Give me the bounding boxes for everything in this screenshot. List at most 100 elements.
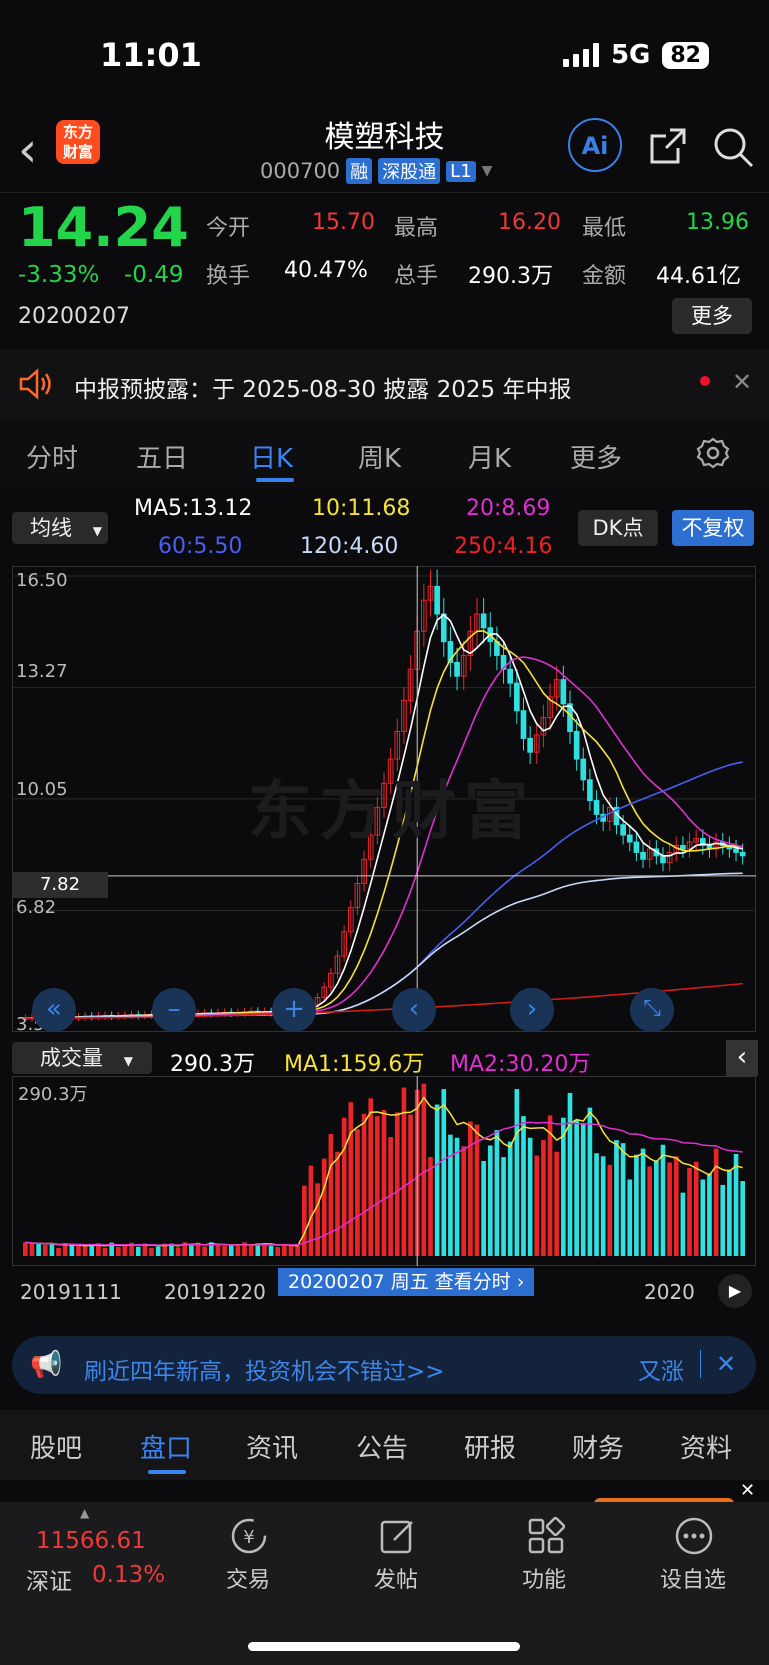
y-tick-3: 10.05 [16,779,68,800]
ma60-value: 60:5.50 [158,534,242,559]
dock-post-label[interactable]: 发帖 [374,1562,418,1594]
tab-more[interactable]: 更多 [570,438,622,475]
scroll-left-icon[interactable]: ‹ [392,988,436,1032]
candle-body [528,738,533,752]
dock-watchlist-label[interactable]: 设自选 [660,1562,726,1594]
dk-point-button[interactable]: DK点 [578,510,658,546]
turnover-value: 40.47% [284,258,368,283]
tab-intraday[interactable]: 分时 [26,438,78,475]
scroll-right-icon[interactable]: › [510,988,554,1032]
candle-body [627,835,632,842]
volume-bar [249,1246,254,1256]
volume-bar [435,1105,440,1256]
close-icon[interactable]: ✕ [740,1480,755,1501]
candle-body [508,669,513,683]
volume-bar [714,1149,719,1256]
tab-announcements[interactable]: 公告 [356,1428,408,1465]
candle-body [621,825,626,835]
date-label-2: 20191220 [164,1280,266,1304]
volume-bar [654,1160,659,1256]
volume-bar [382,1110,387,1256]
fullscreen-icon[interactable]: ⤡ [630,988,674,1032]
apps-icon[interactable] [526,1516,566,1556]
crosshair-date-tag[interactable]: 20200207 周五 查看分时 › [278,1268,534,1296]
volume-bar [707,1173,712,1256]
play-icon[interactable]: ▶ [718,1274,752,1308]
index-name: 深证 [26,1562,72,1596]
indicator-select[interactable]: 均线 ▼ [12,512,108,544]
tab-research[interactable]: 研报 [464,1428,516,1465]
volume-bar [634,1155,639,1256]
volume-chart[interactable] [12,1076,756,1266]
zoom-out-icon[interactable]: – [152,988,196,1032]
volume-bar [581,1123,586,1256]
volume-bar [588,1108,593,1256]
volume-bar [275,1247,280,1256]
volume-bar [83,1246,88,1256]
tab-forum[interactable]: 股吧 [30,1428,82,1465]
tab-financials[interactable]: 财务 [572,1428,624,1465]
chevron-down-icon[interactable]: ▼ [482,163,493,179]
battery-icon: 82 [662,42,709,69]
candle-body [435,586,440,614]
volume-bar [740,1181,745,1256]
volume-indicator-select[interactable]: 成交量 ▼ [12,1042,152,1074]
volume-bar [375,1116,380,1256]
tab-weekly-k[interactable]: 周K [358,438,401,475]
tab-daily-k[interactable]: 日K [250,438,293,475]
close-icon[interactable]: ✕ [732,368,752,396]
amount-label: 金额 [582,258,626,290]
more-button[interactable]: 更多 [672,298,752,334]
volume-bar [574,1120,579,1256]
caret-down-icon: ▼ [124,1054,133,1068]
volume-bar [149,1248,154,1256]
index-value: 11566.61 [36,1528,146,1554]
candle-body [681,845,686,848]
volume-bar [727,1169,732,1256]
gear-icon[interactable] [696,436,730,470]
volume-bar [534,1156,539,1256]
volume-bar [647,1166,652,1256]
volume-bar [89,1245,94,1256]
caret-up-icon[interactable]: ▲ [80,1506,89,1520]
volume-bar [23,1242,28,1256]
volume-bar [594,1153,599,1256]
divider [0,192,769,193]
speaker-icon [18,368,54,400]
y-tick-1: 16.50 [16,570,68,591]
post-icon[interactable] [378,1516,418,1556]
volume-bar [448,1135,453,1256]
amount-value: 44.61亿 [656,258,741,290]
dock-function-label[interactable]: 功能 [522,1562,566,1594]
tab-five-day[interactable]: 五日 [136,438,188,475]
volume-bar [189,1245,194,1256]
tab-profile[interactable]: 资料 [680,1428,732,1465]
volume-bar [475,1125,480,1256]
tab-order-book[interactable]: 盘口 [140,1428,192,1465]
tab-monthly-k[interactable]: 月K [468,438,511,475]
home-indicator [248,1642,520,1651]
volume-bar [681,1193,686,1256]
dock-trade-label[interactable]: 交易 [226,1562,270,1594]
candle-body [521,711,526,739]
zoom-in-icon[interactable]: + [272,988,316,1032]
volume-bar [289,1246,294,1256]
scroll-left-fast-icon[interactable]: « [32,988,76,1032]
search-icon[interactable] [712,126,754,168]
volume-bar [302,1186,307,1256]
collapse-panel-icon[interactable]: ‹ [726,1040,758,1076]
volume-bar [614,1140,619,1256]
close-icon[interactable]: ✕ [716,1350,736,1378]
adjust-button[interactable]: 不复权 [672,510,754,546]
ai-button[interactable]: Ai [568,118,622,172]
share-icon[interactable] [648,126,688,166]
tab-news[interactable]: 资讯 [246,1428,298,1465]
more-dots-icon[interactable] [674,1516,714,1556]
volume-bar [720,1185,725,1256]
volume-bar [687,1168,692,1256]
volume-bar [554,1152,559,1256]
volume-bar [661,1145,666,1256]
volume-bar [156,1246,161,1256]
trade-icon[interactable]: ¥ [228,1516,270,1556]
candle-body [561,680,566,704]
